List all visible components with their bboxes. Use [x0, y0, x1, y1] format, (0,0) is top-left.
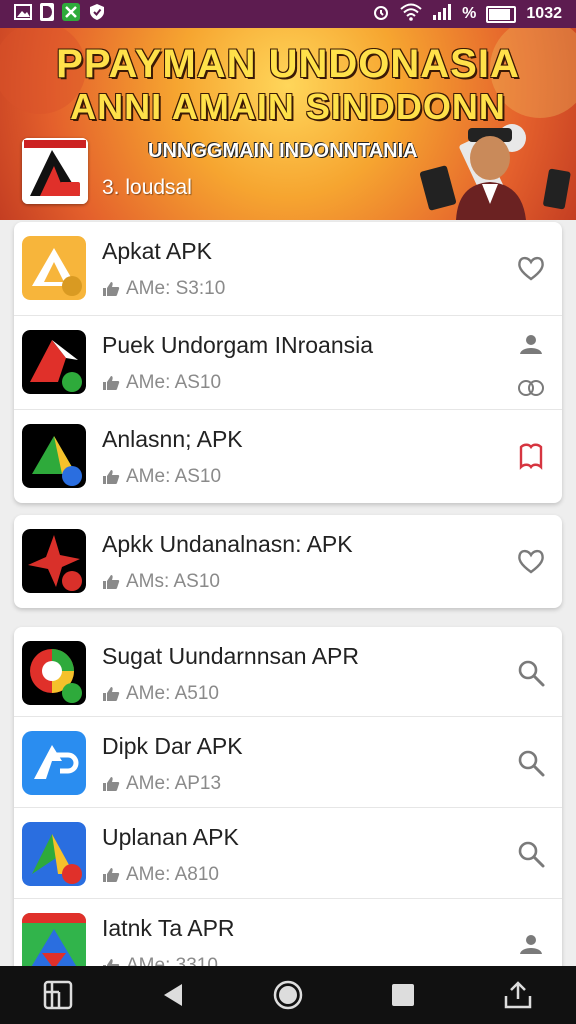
app-name: Uplanan APK — [102, 824, 239, 850]
overview-icon[interactable] — [385, 977, 421, 1013]
thumbs-up-icon — [103, 687, 120, 701]
battery-icon — [486, 5, 517, 23]
home-icon[interactable] — [270, 977, 306, 1013]
app-name: Anlasnn; APK — [102, 426, 243, 452]
person-icon[interactable] — [516, 330, 546, 360]
app-icon — [22, 731, 86, 795]
status-bar: % 1032 — [0, 0, 576, 28]
app-list-card: Apkk Undanalnasn: APK AMs: AS10 — [14, 515, 562, 608]
rings-icon[interactable] — [516, 378, 546, 398]
shield-icon — [88, 3, 106, 26]
app-list-card: Apkat APK AMe: S3:10 Puek Undorgam INroa… — [14, 222, 562, 503]
app-meta-text: AMe: S3:10 — [126, 278, 226, 299]
search-icon[interactable] — [516, 658, 546, 688]
app-meta-text: AMe: AS10 — [126, 372, 222, 393]
signal-label: % — [462, 5, 477, 22]
app-icon — [22, 529, 86, 593]
thumbs-up-icon — [103, 282, 120, 296]
share-icon[interactable] — [500, 977, 536, 1013]
app-list-card: Sugat Uundarnnsan APR AMe: A510 Dipk Dar… — [14, 627, 562, 989]
app-meta-text: AMe: AP13 — [126, 773, 222, 794]
app-icon — [22, 424, 86, 488]
person-icon[interactable] — [516, 930, 546, 960]
list-item[interactable]: Uplanan APK AMe: A810 — [14, 808, 562, 899]
thumbs-up-icon — [103, 376, 120, 390]
app-icon — [22, 641, 86, 705]
navigation-bar — [0, 966, 576, 1024]
app-name: Puek Undorgam INroansia — [102, 332, 374, 358]
banner-caption: 3. loudsal — [102, 176, 192, 199]
banner-person-image — [456, 128, 526, 220]
status-time: 1032 — [526, 5, 562, 22]
app-meta-text: AMe: A510 — [126, 683, 219, 704]
app-name: Dipk Dar APK — [102, 733, 243, 759]
app-name: Apkk Undanalnasn: APK — [102, 531, 353, 557]
app-name: Apkat APK — [102, 238, 212, 264]
banner-title-line1: PPAYMAN UNDONASIA — [56, 42, 520, 86]
banner-app-logo — [22, 138, 88, 204]
thumbs-up-icon — [103, 575, 120, 589]
list-item[interactable]: Dipk Dar APK AMe: AP13 — [14, 717, 562, 808]
list-item[interactable]: Anlasnn; APK AMe: AS10 — [14, 410, 562, 503]
back-icon[interactable] — [155, 977, 191, 1013]
app-meta-text: AMs: AS10 — [126, 571, 220, 592]
list-item[interactable]: Puek Undorgam INroansia AMe: AS10 — [14, 316, 562, 410]
recent-grid-icon[interactable] — [40, 977, 76, 1013]
thumbs-up-icon — [103, 470, 120, 484]
thumbs-up-icon — [103, 777, 120, 791]
app-meta: AMe: AS10 — [102, 466, 221, 488]
app-meta: AMe: AP13 — [102, 773, 221, 795]
app-name: Sugat Uundarnnsan APR — [102, 643, 360, 669]
wifi-icon — [400, 3, 422, 26]
heart-icon[interactable] — [516, 546, 546, 576]
d-app-icon — [40, 2, 54, 26]
bookmark-icon[interactable] — [516, 441, 546, 471]
banner-title-line2: ANNI AMAIN SINDDONN — [70, 86, 506, 127]
gallery-icon — [14, 3, 32, 25]
banner-subtitle: UNNGGMAIN INDONNTANIA — [148, 140, 418, 162]
list-item[interactable]: Apkk Undanalnasn: APK AMs: AS10 — [14, 515, 562, 608]
app-meta: AMe: A810 — [102, 864, 219, 886]
app-meta: AMe: A510 — [102, 683, 219, 705]
search-icon[interactable] — [516, 748, 546, 778]
promo-banner[interactable]: PPAYMAN UNDONASIA ANNI AMAIN SINDDONN UN… — [0, 28, 576, 220]
app-icon — [22, 236, 86, 300]
app-name: Iatnk Ta APR — [102, 915, 235, 941]
list-item[interactable]: Sugat Uundarnnsan APR AMe: A510 — [14, 627, 562, 717]
app-icon — [22, 330, 86, 394]
app-meta: AMs: AS10 — [102, 571, 220, 593]
list-item[interactable]: Apkat APK AMe: S3:10 — [14, 222, 562, 316]
app-meta-text: AMe: A810 — [126, 864, 219, 885]
thumbs-up-icon — [103, 868, 120, 882]
x-app-icon — [62, 2, 80, 26]
app-meta-text: AMe: AS10 — [126, 466, 222, 487]
cell-signal-icon — [432, 3, 452, 25]
app-icon — [22, 822, 86, 886]
app-meta: AMe: AS10 — [102, 372, 221, 394]
search-icon[interactable] — [516, 839, 546, 869]
app-meta: AMe: S3:10 — [102, 278, 225, 300]
alarm-icon — [372, 3, 390, 26]
heart-icon[interactable] — [516, 253, 546, 283]
